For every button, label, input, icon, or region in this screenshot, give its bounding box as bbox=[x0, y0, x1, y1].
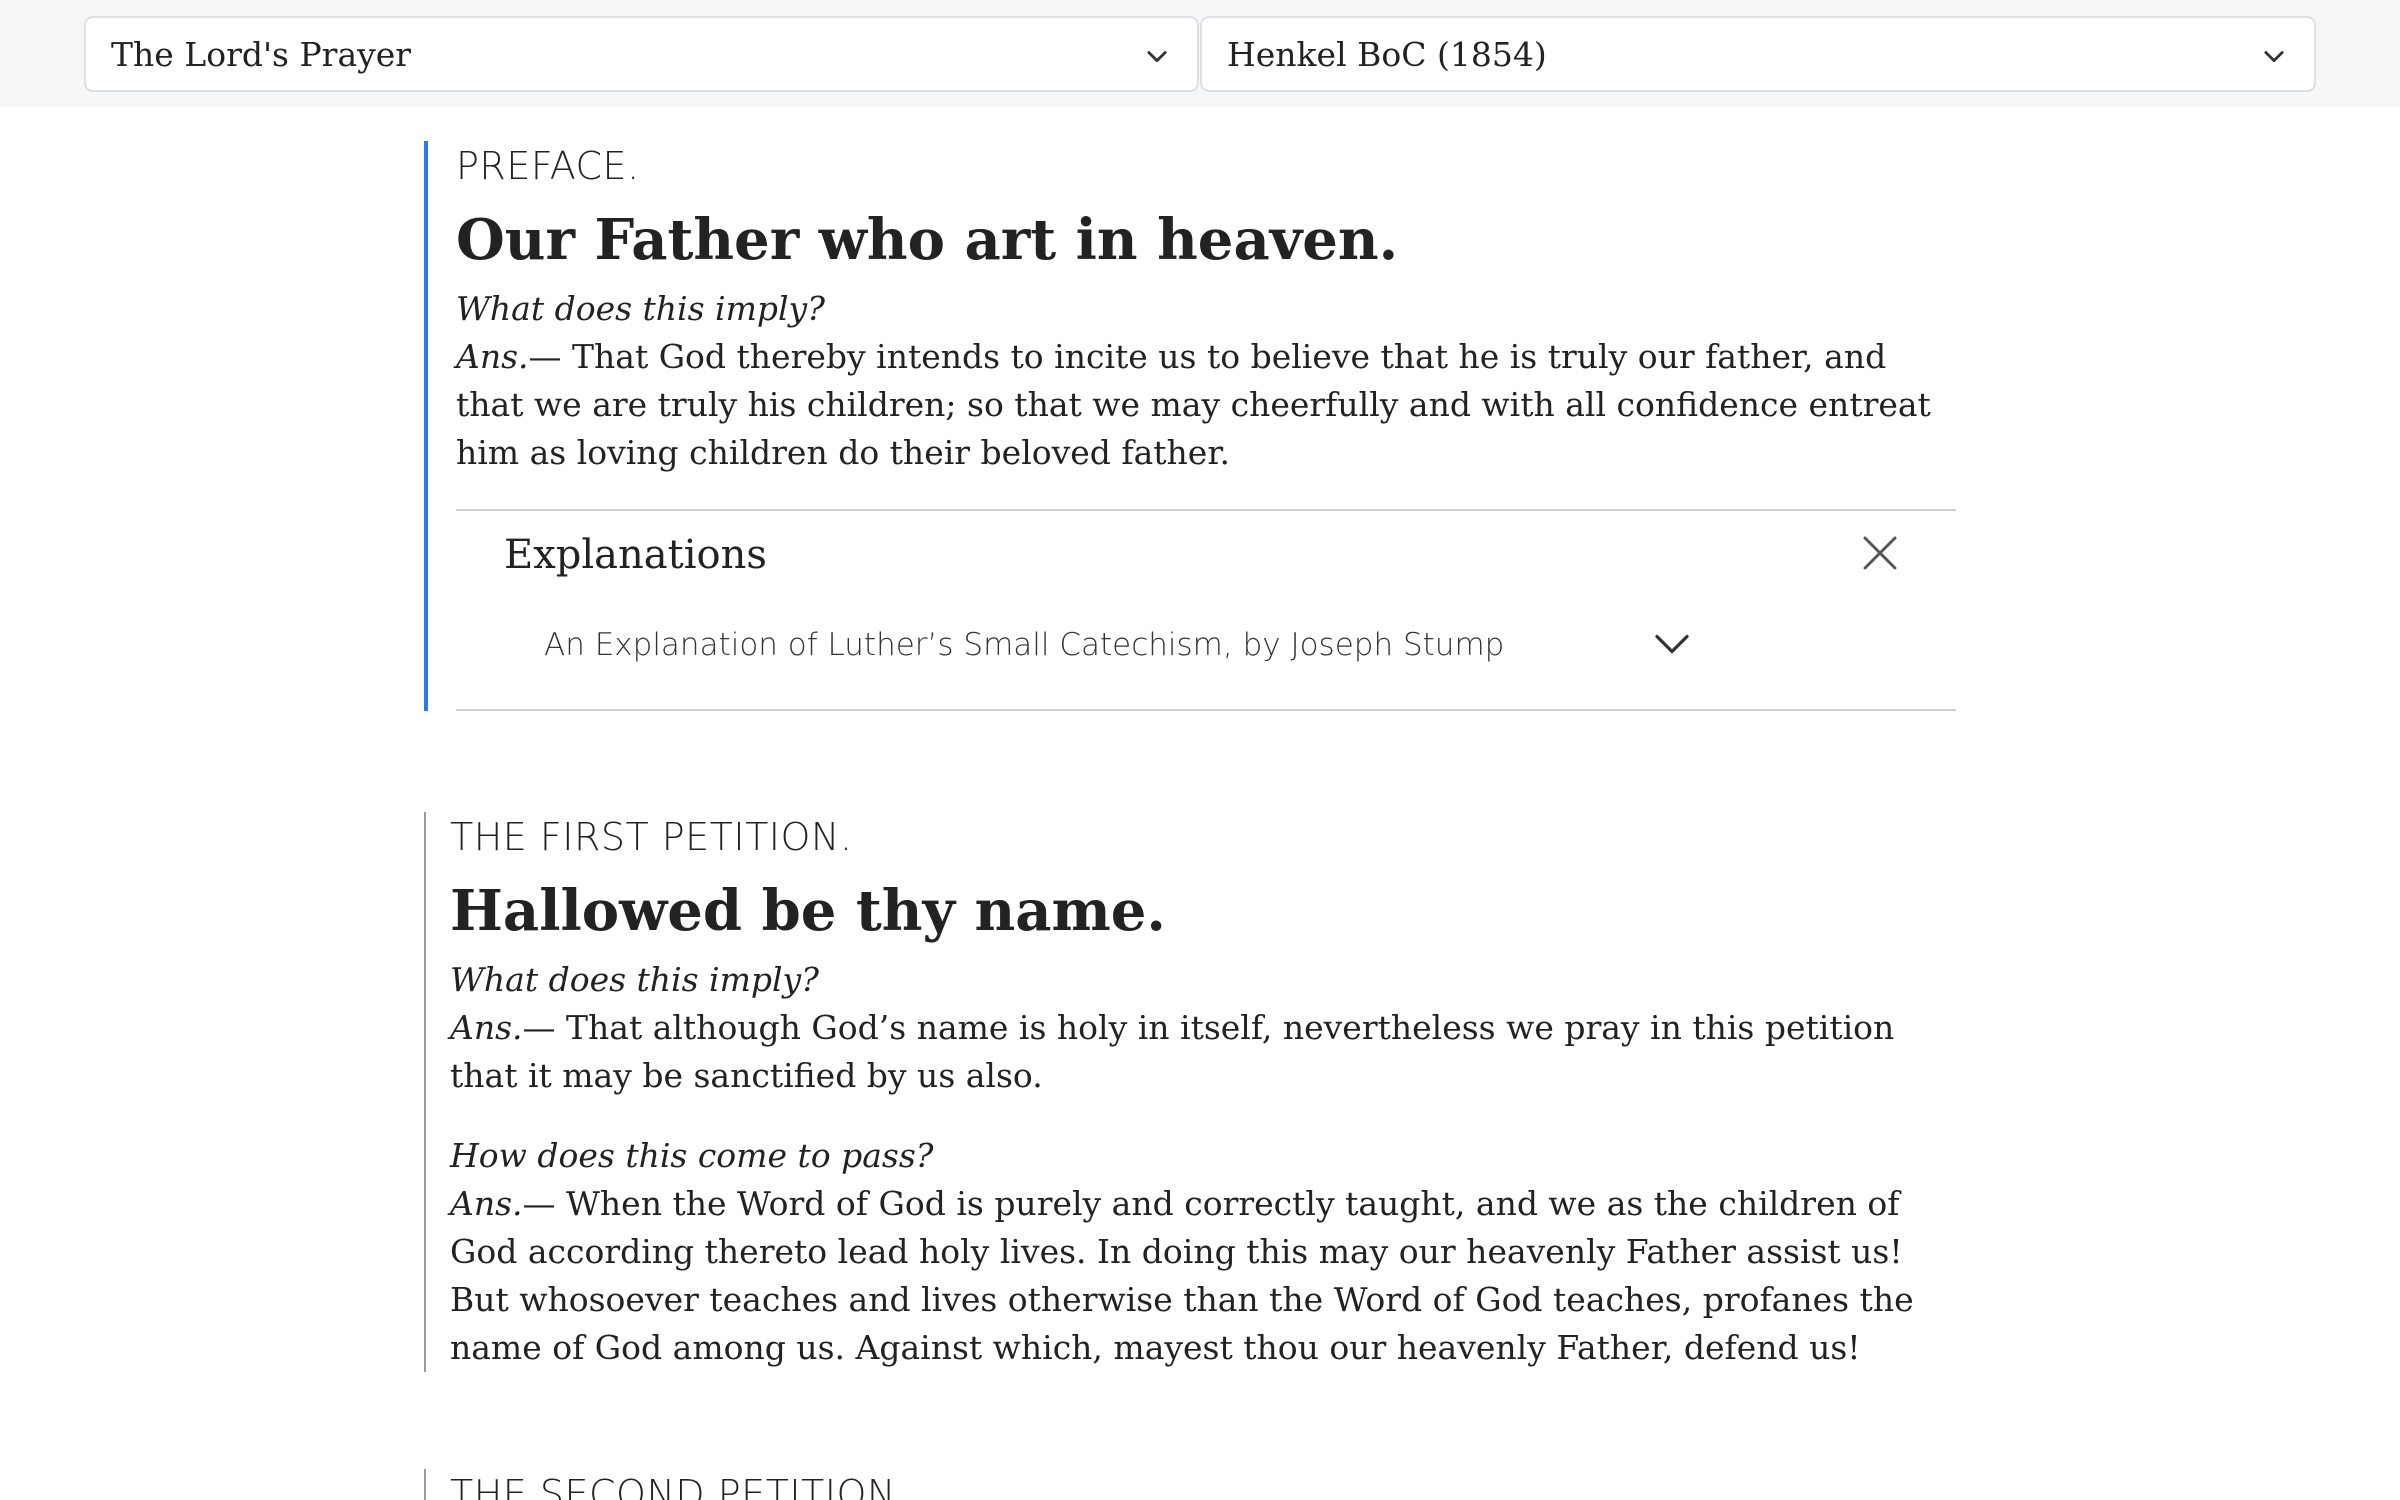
chevron-down-icon bbox=[2264, 51, 2284, 63]
answer-label: Ans. bbox=[450, 1184, 523, 1223]
topic-select-value: The Lord's Prayer bbox=[111, 34, 412, 74]
question: What does this imply? bbox=[450, 960, 819, 999]
answer-label: Ans. bbox=[450, 1008, 523, 1047]
section-preface[interactable]: PREFACE. Our Father who art in heaven. W… bbox=[424, 141, 1956, 711]
qa-block: How does this come to pass? Ans.— When t… bbox=[450, 1132, 1954, 1372]
section-heading: THE FIRST PETITION. bbox=[450, 815, 853, 859]
answer-label: Ans. bbox=[456, 337, 529, 376]
qa-block: What does this imply? Ans.— That God the… bbox=[456, 285, 1954, 477]
explanations-panel: Explanations An Explanation of Luther’s … bbox=[456, 509, 1956, 711]
explanation-dropdown-label: An Explanation of Luther’s Small Catechi… bbox=[544, 627, 1505, 663]
explanations-title: Explanations bbox=[504, 532, 767, 578]
section-title: Our Father who art in heaven. bbox=[456, 207, 1399, 273]
question: How does this come to pass? bbox=[450, 1136, 934, 1175]
topic-select[interactable]: The Lord's Prayer bbox=[84, 16, 1199, 92]
chevron-down-icon bbox=[1655, 634, 1689, 654]
edition-select[interactable]: Henkel BoC (1854) bbox=[1200, 16, 2316, 92]
section-heading: PREFACE. bbox=[456, 144, 640, 188]
section-first-petition[interactable]: THE FIRST PETITION. Hallowed be thy name… bbox=[424, 812, 1954, 1372]
section-second-petition[interactable]: THE SECOND PETITION. bbox=[424, 1469, 1954, 1500]
explanation-dropdown[interactable]: An Explanation of Luther’s Small Catechi… bbox=[544, 617, 1744, 673]
answer: — That although God’s name is holy in it… bbox=[450, 1008, 1895, 1095]
top-bar: The Lord's Prayer Henkel BoC (1854) bbox=[0, 0, 2400, 107]
chevron-down-icon bbox=[1147, 51, 1167, 63]
answer: — That God thereby intends to incite us … bbox=[456, 337, 1931, 472]
answer: — When the Word of God is purely and cor… bbox=[450, 1184, 1914, 1367]
section-heading: THE SECOND PETITION. bbox=[450, 1472, 909, 1500]
section-title: Hallowed be thy name. bbox=[450, 878, 1166, 944]
question: What does this imply? bbox=[456, 289, 825, 328]
qa-block: What does this imply? Ans.— That althoug… bbox=[450, 956, 1954, 1100]
main-content: PREFACE. Our Father who art in heaven. W… bbox=[0, 107, 2400, 1500]
edition-select-value: Henkel BoC (1854) bbox=[1227, 34, 1547, 74]
close-icon[interactable] bbox=[1860, 533, 1900, 573]
